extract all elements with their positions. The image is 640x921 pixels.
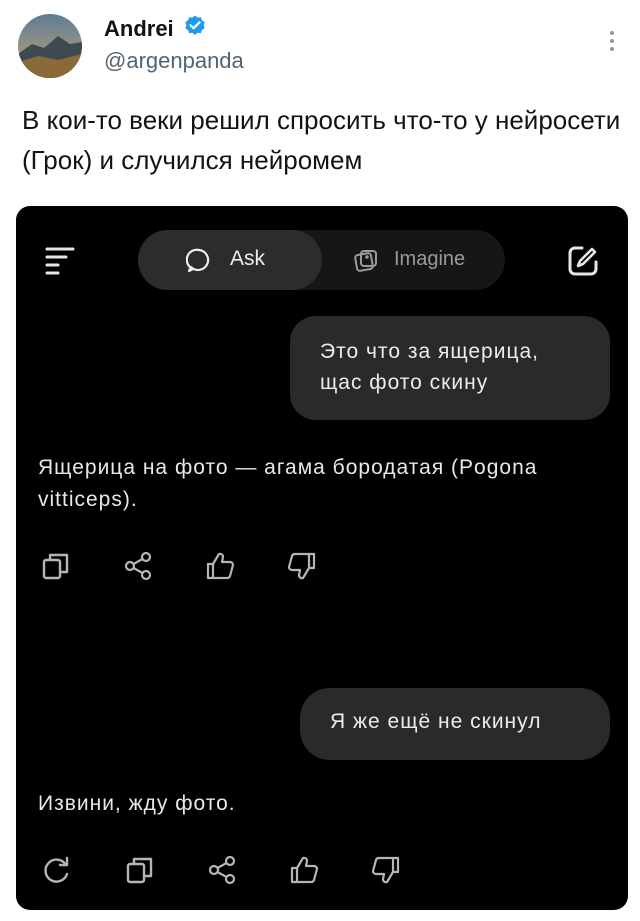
share-icon[interactable] bbox=[122, 550, 154, 582]
thumbs-up-icon[interactable] bbox=[288, 854, 320, 886]
share-icon[interactable] bbox=[206, 854, 238, 886]
new-chat-icon[interactable] bbox=[566, 244, 600, 278]
image-stack-icon bbox=[354, 250, 377, 272]
verified-badge-icon bbox=[185, 15, 205, 35]
tab-ask[interactable]: Ask bbox=[138, 230, 322, 290]
thumbs-down-icon[interactable] bbox=[286, 550, 318, 582]
user-message-text: Это что за ящерица, щас фото скину bbox=[320, 340, 540, 394]
user-message: Я же ещё не скинул bbox=[300, 688, 610, 760]
menu-icon[interactable] bbox=[44, 244, 76, 276]
assistant-message: Извини, жду фото. bbox=[38, 792, 236, 815]
tab-imagine[interactable]: Imagine bbox=[394, 248, 465, 271]
tweet-header: Andrei @argenpanda bbox=[0, 0, 640, 90]
user-message: Это что за ящерица, щас фото скину bbox=[290, 316, 610, 420]
mode-switch: Ask Imagine bbox=[138, 230, 505, 290]
user-message-text: Я же ещё не скинул bbox=[330, 710, 542, 733]
thumbs-up-icon[interactable] bbox=[204, 550, 236, 582]
copy-icon[interactable] bbox=[124, 854, 156, 886]
tweet-text: В кои-то веки решил спросить что-то у не… bbox=[22, 105, 621, 175]
regenerate-icon[interactable] bbox=[40, 854, 72, 886]
author-handle[interactable]: @argenpanda bbox=[104, 48, 244, 74]
more-options-icon[interactable] bbox=[604, 26, 620, 56]
grok-screenshot: Ask Imagine Это что за ящерица, щас фото… bbox=[16, 206, 628, 910]
chat-bubble-icon bbox=[186, 248, 210, 273]
avatar[interactable] bbox=[18, 14, 82, 78]
assistant-message: Ящерица на фото — агама бородатая (Pogon… bbox=[38, 456, 538, 511]
tab-ask-label: Ask bbox=[230, 247, 266, 270]
copy-icon[interactable] bbox=[40, 550, 72, 582]
author-name[interactable]: Andrei bbox=[104, 16, 174, 42]
thumbs-down-icon[interactable] bbox=[370, 854, 402, 886]
